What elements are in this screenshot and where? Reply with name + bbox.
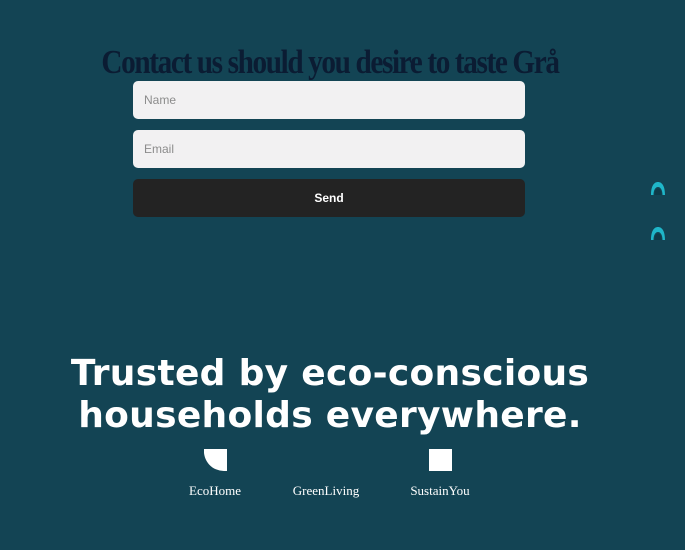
- quarter-circle-logo-icon: [203, 449, 227, 471]
- logo-greenliving: GreenLiving: [271, 449, 381, 499]
- square-logo-icon: [428, 449, 452, 471]
- logo-name: SustainYou: [410, 483, 470, 498]
- name-field[interactable]: [133, 81, 525, 119]
- logo-sustainyou: SustainYou: [385, 449, 495, 499]
- wave-drop-icon[interactable]: [650, 181, 666, 197]
- contact-title: Contact us should you desire to taste Gr…: [101, 44, 560, 82]
- trusted-heading-line-1: Trusted by eco-conscious: [70, 352, 590, 394]
- wave-drop-icon[interactable]: [650, 226, 666, 242]
- trusted-heading: Trusted by eco-conscious households ever…: [0, 353, 660, 437]
- trusted-heading-line-2: households everywhere.: [78, 394, 582, 436]
- blank-logo-icon: [315, 449, 338, 471]
- send-button[interactable]: Send: [133, 179, 525, 217]
- email-field[interactable]: [133, 130, 525, 168]
- logo-name: GreenLiving: [292, 483, 360, 498]
- logo-name: EcoHome: [189, 483, 241, 498]
- logo-ecohome: EcoHome: [160, 449, 270, 499]
